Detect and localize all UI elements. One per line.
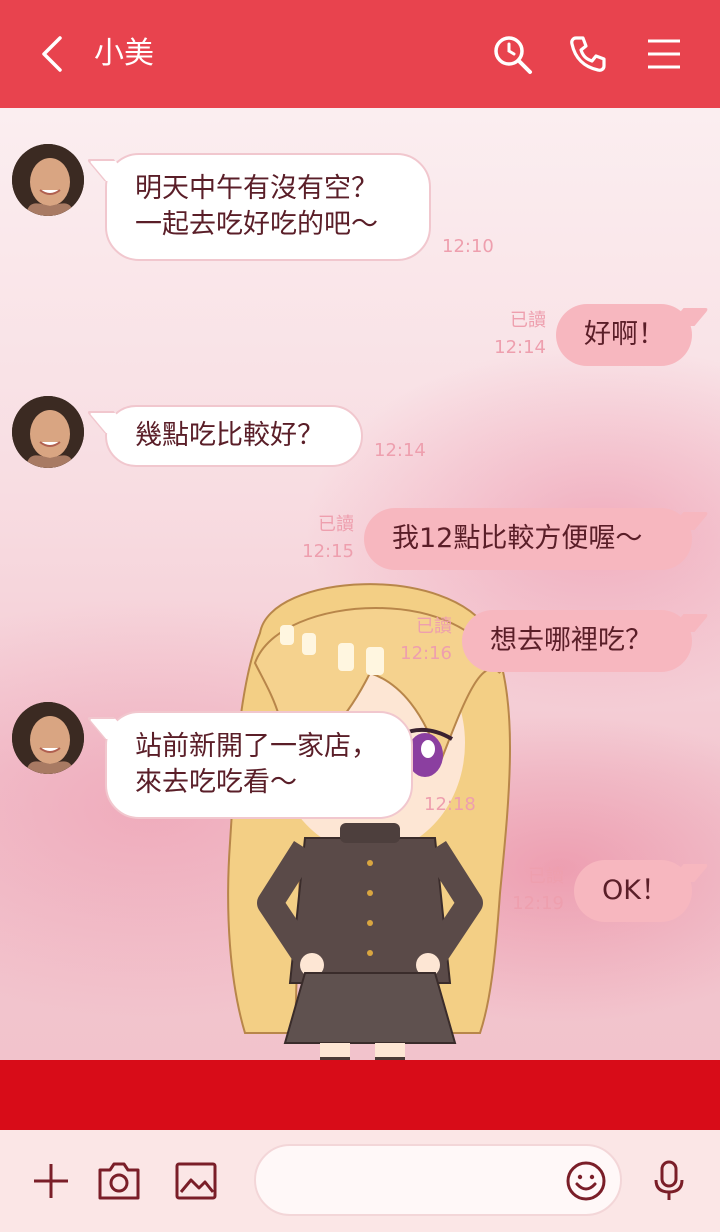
microphone-icon[interactable] [646,1158,692,1204]
read-receipt: 已讀 [510,310,546,331]
message-bubble-incoming[interactable]: 幾點吃比較好？ [105,405,363,467]
message-time: 12:16 [400,643,452,664]
message-line: 一起去吃好吃的吧～ [135,209,378,240]
message-text: 想去哪裡吃？ [490,625,652,656]
phone-icon[interactable] [566,32,610,76]
message-line: 來去吃吃看～ [135,767,297,798]
message-text: 好啊！ [584,319,665,350]
message-text: OK！ [602,875,668,906]
message-time: 12:14 [494,337,546,358]
search-icon[interactable] [490,32,534,76]
message-time: 12:10 [442,236,494,257]
chat-header: 小美 [0,0,720,108]
image-icon[interactable] [173,1158,219,1204]
avatar-photo [12,396,84,468]
avatar[interactable] [12,396,84,468]
decorative-band [0,1060,720,1130]
message-bubble-incoming[interactable]: 明天中午有沒有空？ 一起去吃好吃的吧～ [105,153,431,261]
message-time: 12:15 [302,541,354,562]
avatar[interactable] [12,702,84,774]
composer-bar [0,1130,720,1232]
message-bubble-outgoing[interactable]: 好啊！ [556,304,692,366]
message-bubble-outgoing[interactable]: OK！ [574,860,692,922]
camera-icon[interactable] [96,1158,142,1204]
message-text: 幾點吃比較好？ [135,420,324,451]
message-bubble-outgoing[interactable]: 想去哪裡吃？ [462,610,692,672]
message-text: 我12點比較方便喔～ [392,523,643,554]
plus-icon[interactable] [28,1158,74,1204]
read-receipt: 已讀 [318,514,354,535]
emoji-icon[interactable] [563,1158,609,1204]
message-line: 明天中午有沒有空？ [135,173,378,204]
message-line: 站前新開了一家店， [135,731,378,762]
avatar[interactable] [12,144,84,216]
read-receipt: 已讀 [416,616,452,637]
contact-name[interactable]: 小美 [94,34,154,74]
menu-icon[interactable] [642,32,686,76]
avatar-photo [12,702,84,774]
avatar-photo [12,144,84,216]
message-time: 12:14 [374,440,426,461]
read-receipt: 已讀 [528,866,564,887]
chevron-left-icon[interactable] [34,34,70,74]
chat-history[interactable]: 明天中午有沒有空？ 一起去吃好吃的吧～ 12:10 已讀 12:14 好啊！ 幾… [0,108,720,1060]
message-bubble-outgoing[interactable]: 我12點比較方便喔～ [364,508,692,570]
message-time: 12:19 [512,893,564,914]
message-time: 12:18 [424,794,476,815]
message-bubble-incoming[interactable]: 站前新開了一家店， 來去吃吃看～ [105,711,413,819]
